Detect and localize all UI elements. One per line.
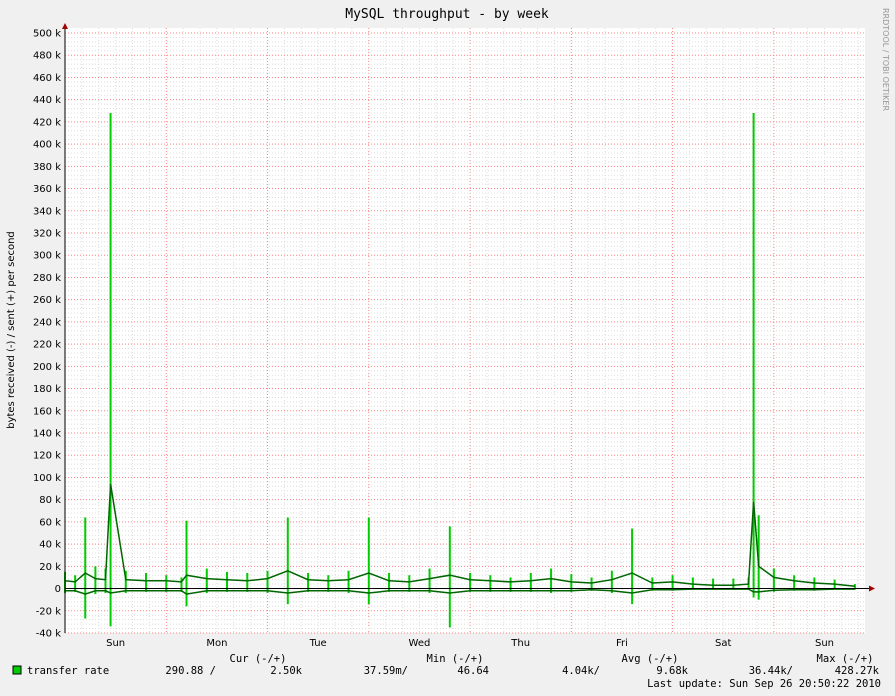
- y-tick-label: 320 k: [33, 229, 61, 240]
- x-tick-label: Sun: [815, 638, 834, 649]
- y-tick-label: 100 k: [33, 473, 61, 484]
- legend-series-name: transfer rate: [27, 665, 109, 677]
- legend-header-min: Min (-/+): [427, 653, 484, 665]
- y-tick-label: 400 k: [33, 140, 61, 151]
- y-tick-label: 440 k: [33, 95, 61, 106]
- x-tick-label: Wed: [409, 638, 431, 649]
- chart: MySQL throughput - by week RRDTOOL / TOB…: [0, 0, 895, 696]
- legend-avg-sent: 9.68k: [656, 665, 688, 677]
- y-tick-label: 500 k: [33, 29, 61, 40]
- legend-min-received: 37.59m/: [364, 665, 408, 677]
- x-tick-label: Thu: [510, 638, 530, 649]
- x-tick-label: Tue: [309, 638, 327, 649]
- x-tick-label: Sun: [106, 638, 125, 649]
- legend-max-sent: 428.27k: [835, 665, 880, 677]
- legend-min-sent: 46.64: [457, 665, 489, 677]
- legend-swatch: [12, 665, 22, 675]
- legend-header-cur: Cur (-/+): [230, 653, 287, 665]
- y-tick-label: 340 k: [33, 206, 61, 217]
- y-tick-label: 380 k: [33, 162, 61, 173]
- y-tick-label: 240 k: [33, 317, 61, 328]
- y-tick-label: 300 k: [33, 251, 61, 262]
- x-tick-label: Sat: [715, 638, 731, 649]
- y-tick-label: -20 k: [36, 606, 62, 617]
- legend-cur-sent: 2.50k: [270, 665, 302, 677]
- y-tick-label: 260 k: [33, 295, 61, 306]
- y-tick-label: 200 k: [33, 362, 61, 373]
- watermark: RRDTOOL / TOBI OETIKER: [881, 8, 890, 111]
- last-update: Last update: Sun Sep 26 20:50:22 2010: [647, 678, 881, 690]
- y-tick-label: 180 k: [33, 384, 61, 395]
- y-tick-label: 0: [55, 584, 61, 595]
- y-axis-label: bytes received (-) / sent (+) per second: [6, 231, 17, 429]
- x-tick-label: Mon: [206, 638, 227, 649]
- legend-header-avg: Avg (-/+): [622, 653, 679, 665]
- legend-cur-received: 290.88 /: [165, 665, 216, 677]
- y-tick-label: -40 k: [36, 629, 62, 640]
- y-tick-label: 360 k: [33, 184, 61, 195]
- y-tick-label: 460 k: [33, 73, 61, 84]
- y-tick-label: 160 k: [33, 406, 61, 417]
- y-tick-label: 280 k: [33, 273, 61, 284]
- y-tick-label: 480 k: [33, 51, 61, 62]
- y-tick-label: 120 k: [33, 451, 61, 462]
- legend-avg-received: 4.04k/: [562, 665, 600, 677]
- y-tick-label: 140 k: [33, 429, 61, 440]
- y-tick-label: 20 k: [39, 562, 61, 573]
- y-tick-label: 420 k: [33, 117, 61, 128]
- y-tick-label: 80 k: [39, 495, 61, 506]
- y-tick-label: 60 k: [39, 517, 61, 528]
- legend-header-max: Max (-/+): [817, 653, 874, 665]
- x-tick-label: Fri: [616, 638, 628, 649]
- legend-max-received: 36.44k/: [749, 665, 793, 677]
- chart-title: MySQL throughput - by week: [345, 7, 549, 22]
- y-tick-label: 40 k: [39, 540, 61, 551]
- y-tick-label: 220 k: [33, 340, 61, 351]
